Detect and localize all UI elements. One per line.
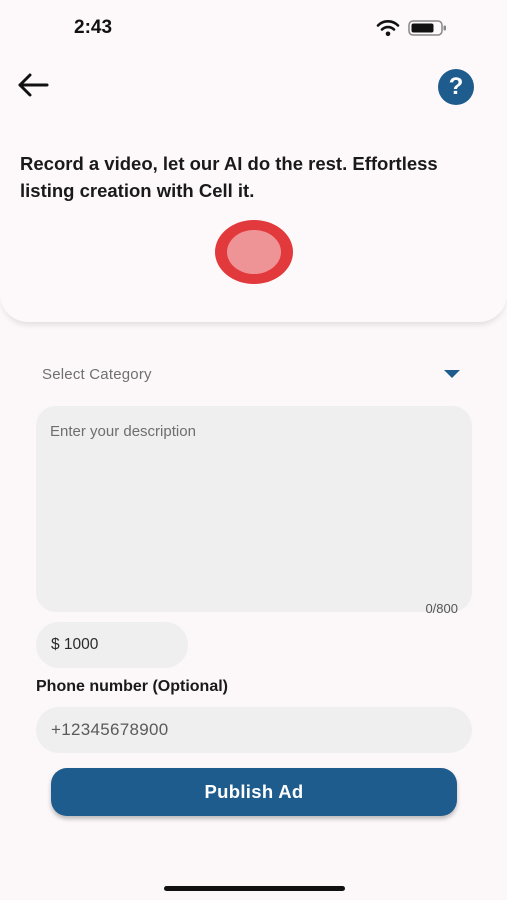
- wifi-icon: [376, 20, 400, 37]
- category-placeholder: Select Category: [42, 365, 152, 383]
- phone-input[interactable]: +12345678900: [36, 707, 472, 753]
- arrow-left-icon: [18, 73, 49, 97]
- publish-ad-button[interactable]: Publish Ad: [51, 768, 457, 816]
- category-select[interactable]: Select Category: [36, 356, 472, 392]
- help-button[interactable]: ?: [438, 69, 474, 105]
- battery-icon: [408, 20, 446, 36]
- intro-text: Record a video, let our AI do the rest. …: [20, 153, 438, 201]
- home-indicator[interactable]: [164, 886, 345, 891]
- back-button[interactable]: [16, 70, 52, 100]
- phone-label: Phone number (Optional): [36, 678, 228, 695]
- description-input[interactable]: [36, 406, 472, 612]
- price-input[interactable]: $ 1000: [36, 622, 188, 668]
- record-card: 2:43 ? Record a video, let our AI do the…: [0, 0, 507, 322]
- description-counter: 0/800: [425, 601, 458, 616]
- screen: 2:43 ? Record a video, let our AI do the…: [0, 0, 507, 900]
- price-value: $ 1000: [51, 636, 99, 653]
- caret-down-icon: [444, 370, 460, 378]
- record-icon: [227, 230, 281, 274]
- phone-value: +12345678900: [51, 720, 169, 739]
- status-time: 2:43: [74, 17, 113, 38]
- record-button[interactable]: [215, 220, 293, 284]
- help-icon: ?: [448, 73, 464, 100]
